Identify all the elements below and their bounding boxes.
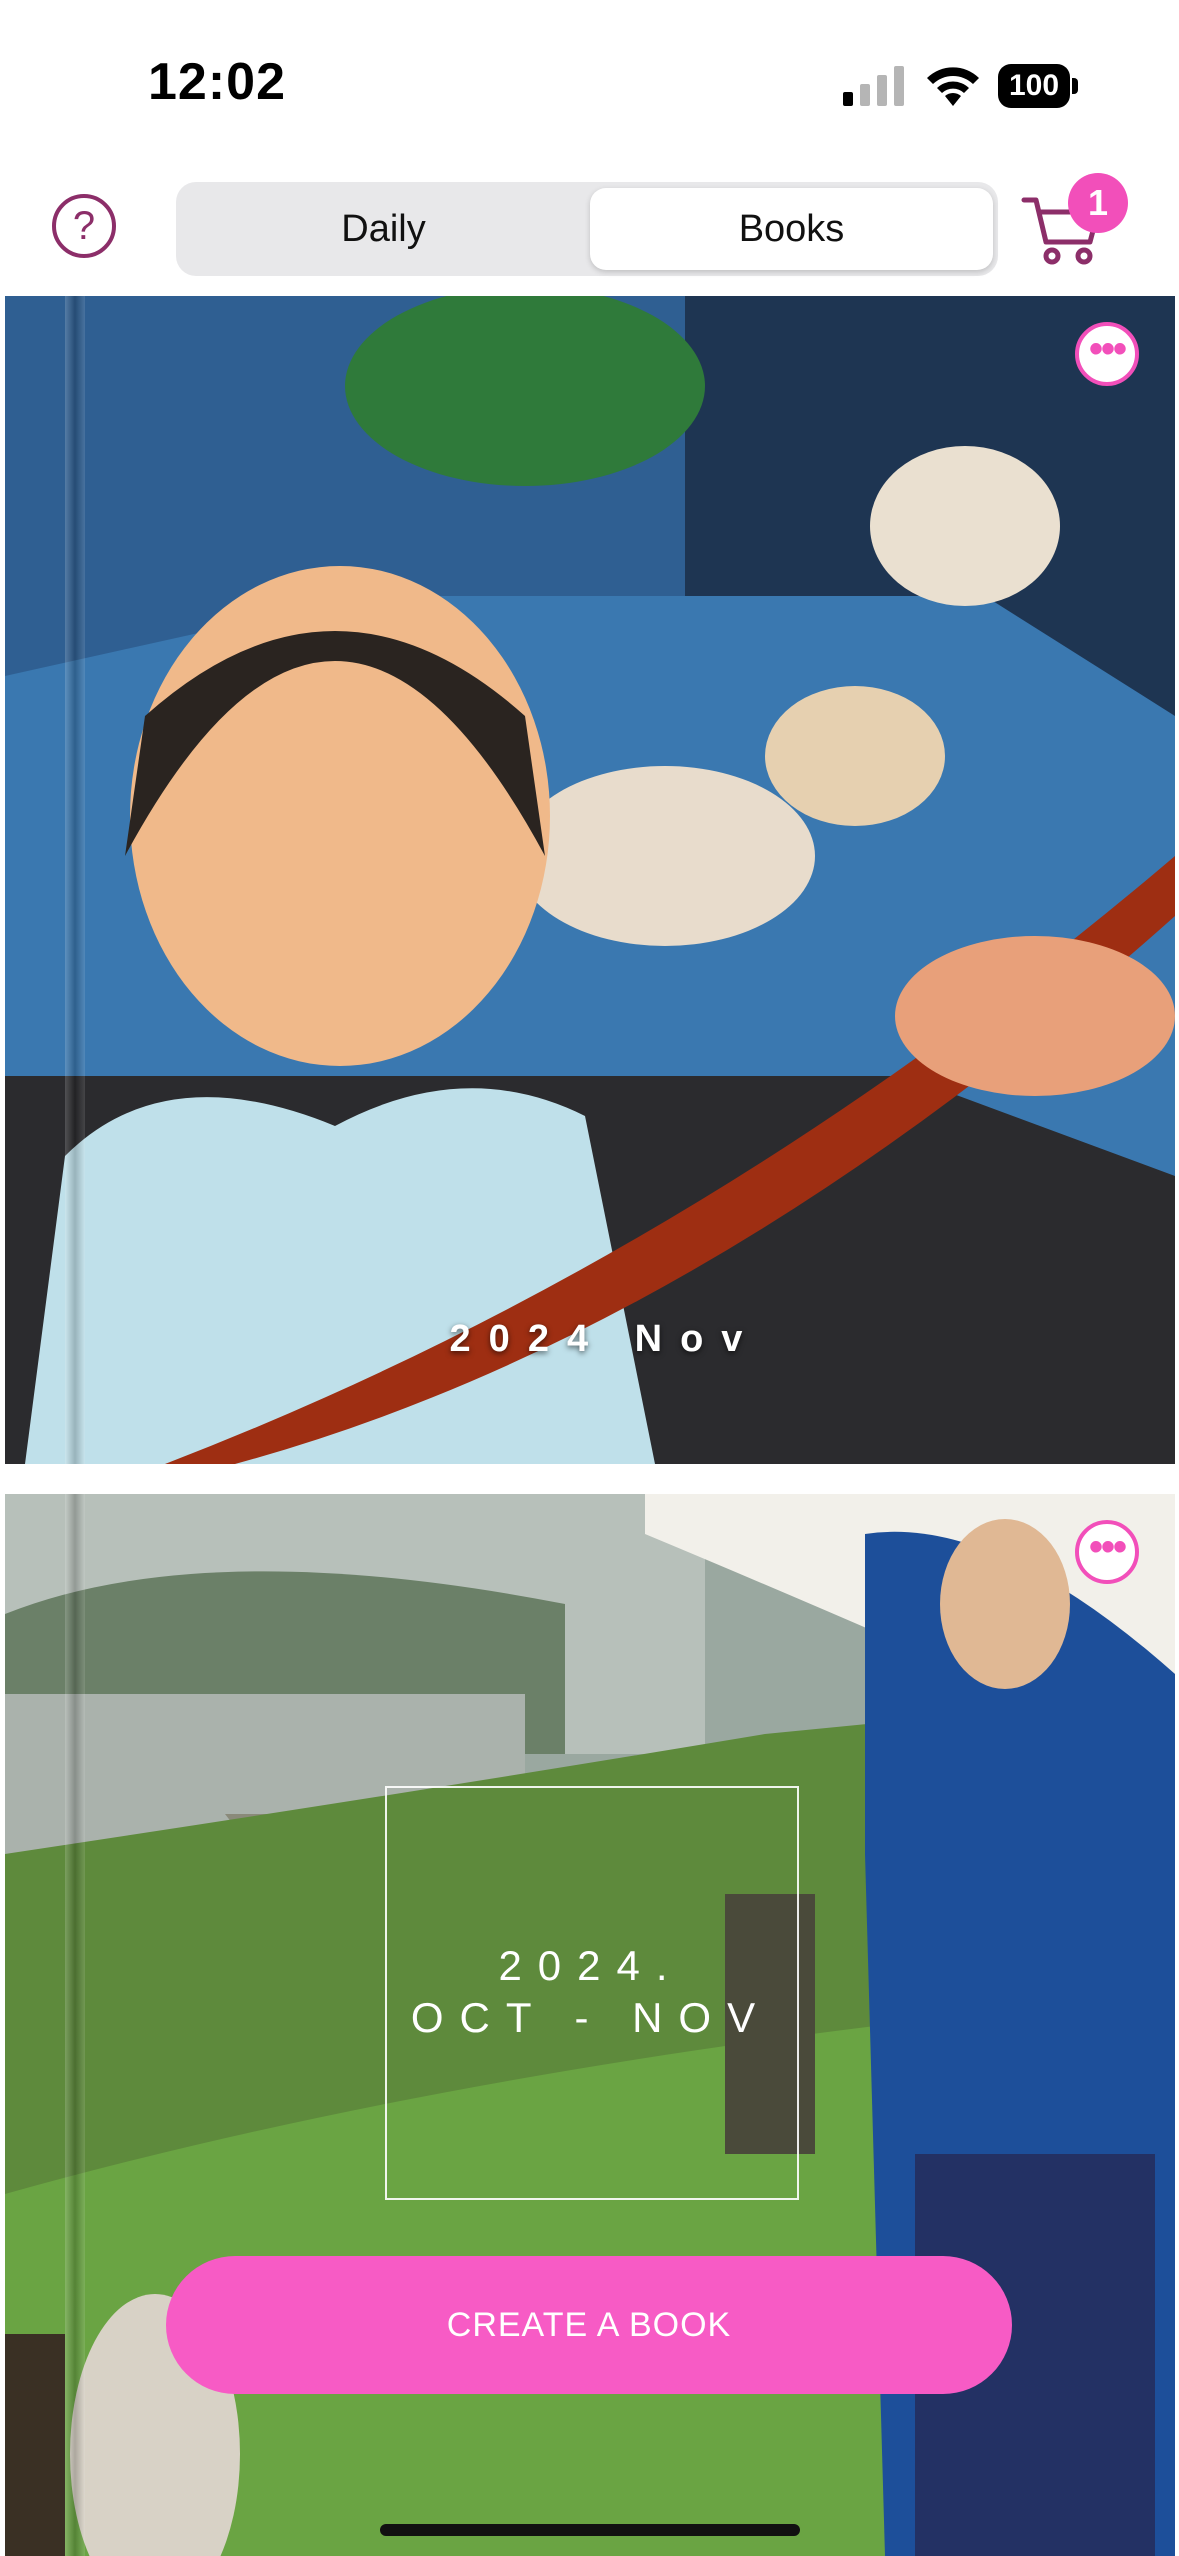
cover-title: 2024 Nov (449, 1318, 761, 1360)
wifi-icon (927, 67, 979, 106)
book-spine (65, 1494, 85, 2556)
segmented-control: Daily Books (176, 182, 998, 276)
ellipsis-icon: ••• (1088, 327, 1127, 371)
book-cover-oct-nov[interactable]: ••• 2024. OCT - NOV (5, 1494, 1175, 2556)
book-cover-nov[interactable]: ••• 2024 Nov (5, 296, 1175, 1464)
cart-count-badge: 1 (1068, 173, 1128, 233)
cover-frame (385, 1786, 799, 2200)
create-book-button[interactable]: CREATE A BOOK (166, 2256, 1012, 2394)
tab-books[interactable]: Books (590, 188, 993, 270)
more-options-button[interactable]: ••• (1075, 322, 1139, 386)
status-time: 12:02 (148, 53, 286, 111)
battery-level: 100 (998, 64, 1070, 108)
ellipsis-icon: ••• (1088, 1525, 1127, 1569)
cover-date-range: OCT - NOV (410, 1994, 772, 2041)
tab-daily[interactable]: Daily (182, 188, 585, 270)
home-indicator[interactable] (380, 2524, 800, 2536)
cover-photo (5, 296, 1175, 1464)
cover-year: 2024. (498, 1942, 684, 1989)
top-nav: ? Daily Books 1 (0, 170, 1179, 290)
more-options-button[interactable]: ••• (1075, 1520, 1139, 1584)
book-spine (65, 296, 85, 1464)
status-bar: 12:02 100 (0, 0, 1179, 160)
cellular-signal-icon (843, 66, 904, 106)
battery-icon: 100 (998, 64, 1078, 108)
help-icon[interactable]: ? (52, 194, 116, 258)
